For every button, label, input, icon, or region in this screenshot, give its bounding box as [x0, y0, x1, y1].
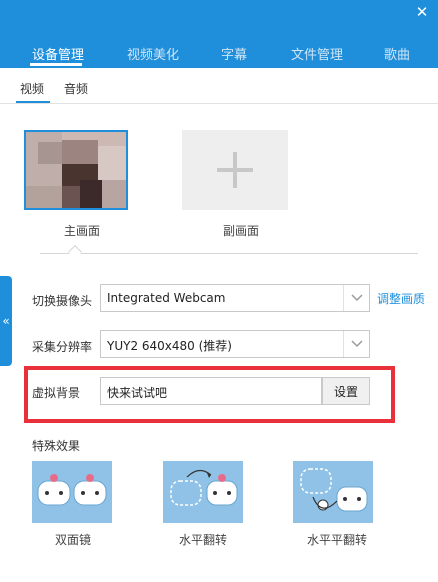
preview-pixel	[98, 146, 126, 180]
chevron-down-icon[interactable]	[343, 285, 369, 311]
active-subtab-indicator	[16, 101, 50, 103]
effect-mirror-label: 双面镜	[55, 533, 92, 547]
effects-title: 特殊效果	[32, 439, 81, 453]
camera-label: 切换摄像头	[32, 294, 93, 308]
effect-mirror[interactable]	[32, 461, 112, 523]
effect-flip[interactable]	[293, 461, 373, 523]
preview-pixel	[102, 180, 126, 208]
sub-camera-label: 副画面	[223, 224, 260, 238]
preview-pixel	[38, 142, 62, 164]
horizontal-flip-icon	[170, 469, 238, 506]
mirror-effect-icon	[37, 474, 107, 506]
close-icon[interactable]: ✕	[414, 4, 430, 20]
virtual-background-label: 虚拟背景	[32, 386, 81, 400]
virtual-background-field[interactable]: 快来试试吧	[100, 377, 322, 405]
virtual-background-settings-button[interactable]: 设置	[322, 377, 370, 405]
tab-device-management[interactable]: 设备管理	[32, 44, 84, 63]
effect-flip-label: 水平平翻转	[307, 533, 368, 547]
subtab-audio[interactable]: 音频	[64, 80, 88, 97]
subtab-video[interactable]: 视频	[20, 80, 44, 97]
virtual-background-value: 快来试试吧	[107, 386, 168, 400]
main-camera-preview[interactable]	[24, 130, 128, 210]
divider-notch	[67, 244, 83, 260]
resolution-select-value: YUY2 640x480 (推荐)	[107, 339, 232, 353]
effect-horizontal-flip-label: 水平翻转	[179, 533, 228, 547]
header-bar: ✕ 设备管理 视频美化 字幕 文件管理 歌曲	[0, 0, 438, 68]
resolution-label: 采集分辨率	[32, 340, 93, 354]
preview-pixel	[26, 186, 62, 208]
collapse-panel-button[interactable]: «	[0, 276, 12, 366]
sub-camera-add[interactable]	[182, 130, 288, 210]
chevron-down-icon[interactable]	[343, 331, 369, 357]
camera-select[interactable]: Integrated Webcam	[100, 284, 370, 312]
tab-subtitles[interactable]: 字幕	[221, 44, 247, 63]
preview-pixel	[62, 186, 80, 208]
resolution-select[interactable]: YUY2 640x480 (推荐)	[100, 330, 370, 358]
effect-horizontal-flip[interactable]	[163, 461, 243, 523]
preview-pixel	[62, 140, 98, 164]
camera-select-value: Integrated Webcam	[107, 291, 226, 305]
tab-video-beauty[interactable]: 视频美化	[127, 44, 179, 63]
sub-tabs: 视频 音频	[0, 68, 438, 104]
preview-pixel	[80, 180, 102, 208]
tab-songs[interactable]: 歌曲	[384, 44, 410, 63]
flip-effect-icon	[300, 468, 368, 512]
tab-file-management[interactable]: 文件管理	[291, 44, 343, 63]
active-tab-indicator	[30, 63, 82, 66]
plus-icon	[182, 130, 288, 210]
adjust-quality-link[interactable]: 调整画质	[377, 290, 425, 307]
main-camera-label: 主画面	[64, 224, 101, 238]
double-chevron-left-icon: «	[2, 314, 10, 328]
divider	[40, 253, 418, 254]
